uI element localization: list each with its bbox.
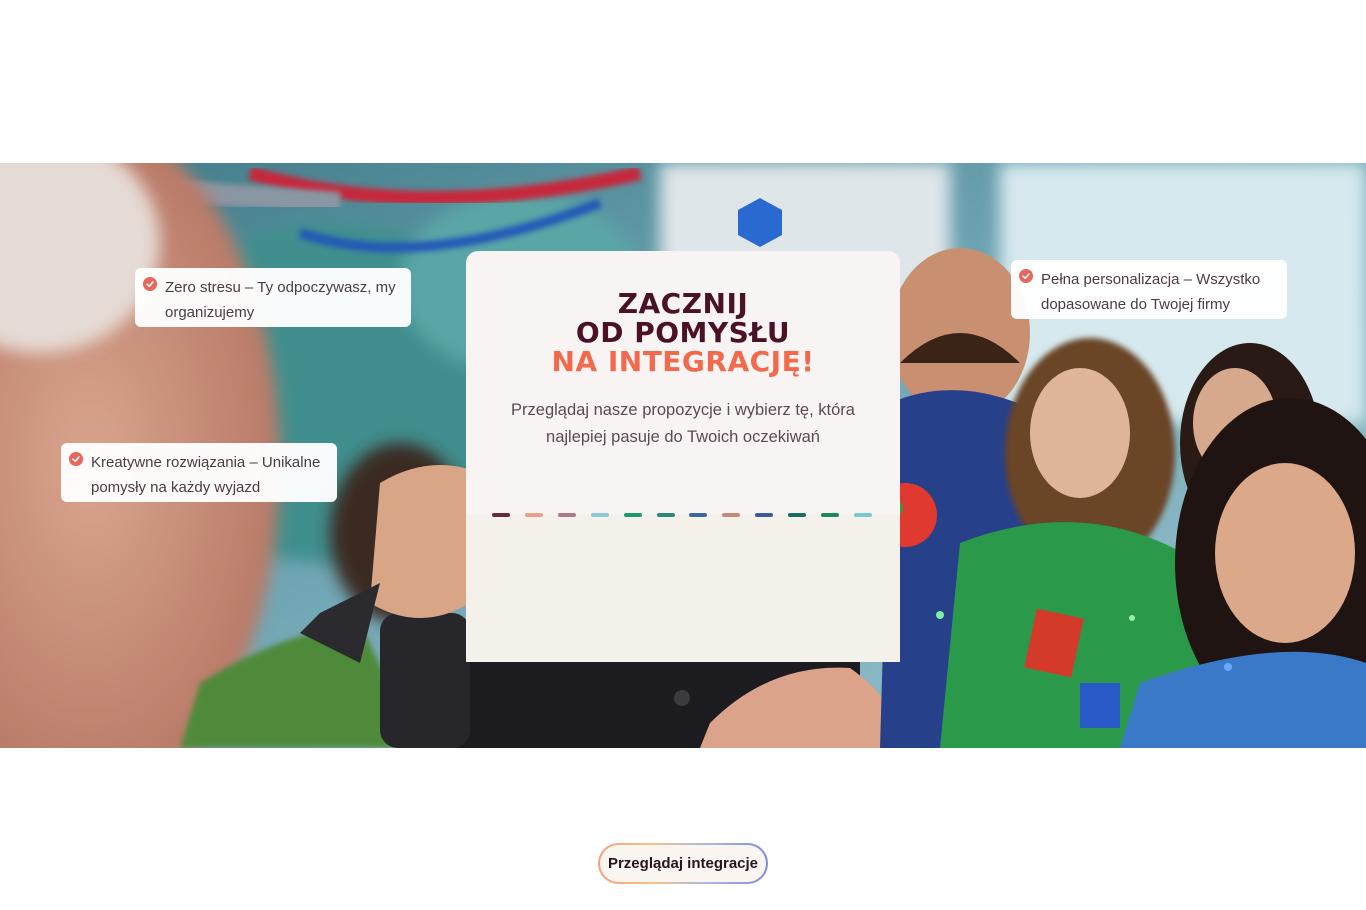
perforation-dash [492, 513, 510, 517]
perforation-dash [689, 513, 708, 517]
headline-line-2: OD POMYSŁU [575, 316, 791, 349]
check-icon [69, 452, 83, 466]
headline-line-1: ZACZNIJ [617, 287, 749, 320]
perforation-dash [722, 513, 741, 517]
perforation-dash [557, 513, 576, 517]
check-icon [143, 277, 157, 291]
perforation-dash [821, 513, 840, 517]
perforation-dash [788, 513, 807, 517]
check-icon [1019, 269, 1033, 283]
feature-creative: Kreatywne rozwiązania – Unikalne pomysły… [61, 443, 337, 502]
feature-text: Zero stresu – Ty odpoczywasz, my organiz… [165, 279, 396, 321]
feature-personalization: Pełna personalizacja – Wszystko dopasowa… [1011, 260, 1287, 319]
browse-integrations-label: Przeglądaj integracje [600, 845, 766, 882]
ticket-card-top: ZACZNIJ OD POMYSŁU NA INTEGRACJĘ! Przegl… [466, 251, 900, 515]
feature-text: Kreatywne rozwiązania – Unikalne pomysły… [91, 454, 321, 496]
perforation-dash [755, 513, 774, 517]
perforation-dash [656, 513, 675, 517]
ticket-perforation [492, 513, 872, 517]
perforation-dash [853, 513, 872, 517]
ticket-card-bottom: Przeglądaj integracje [466, 515, 900, 884]
ticket-card: ZACZNIJ OD POMYSŁU NA INTEGRACJĘ! Przegl… [466, 251, 900, 884]
feature-text: Pełna personalizacja – Wszystko dopasowa… [1041, 271, 1261, 313]
hero-description: Przeglądaj nasze propozycje i wybierz tę… [511, 401, 855, 446]
perforation-dash [524, 513, 543, 517]
browse-integrations-button[interactable]: Przeglądaj integracje [598, 843, 768, 884]
page-title: ZACZNIJ OD POMYSŁU NA INTEGRACJĘ! [466, 289, 900, 376]
feature-zero-stress: Zero stresu – Ty odpoczywasz, my organiz… [135, 268, 411, 327]
perforation-dash [590, 513, 609, 517]
perforation-dash [623, 513, 642, 517]
headline-line-3: NA INTEGRACJĘ! [551, 345, 815, 378]
